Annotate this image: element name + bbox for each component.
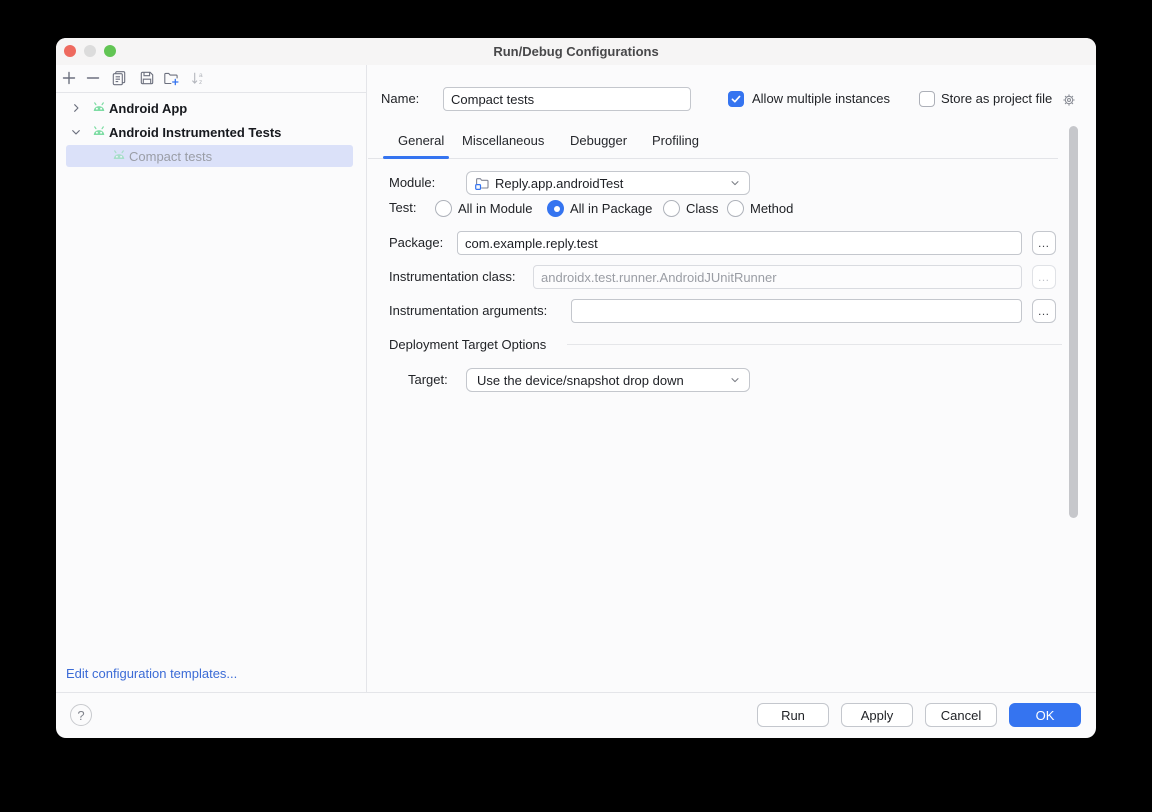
help-button[interactable]: ? (70, 704, 92, 726)
cancel-button[interactable]: Cancel (925, 703, 997, 727)
check-icon (730, 93, 742, 105)
radio-label: Class (686, 201, 719, 216)
chevron-right-icon[interactable] (70, 102, 82, 114)
instrumentation-class-label: Instrumentation class: (389, 265, 515, 289)
run-button[interactable]: Run (757, 703, 829, 727)
tree-item-android-app[interactable]: Android App (66, 96, 353, 120)
tab-profiling[interactable]: Profiling (652, 126, 699, 156)
android-icon (91, 100, 107, 116)
plus-icon (61, 70, 77, 86)
radio-icon (727, 200, 744, 217)
radio-label: All in Package (570, 201, 652, 216)
target-label: Target: (408, 368, 448, 392)
package-label: Package: (389, 231, 443, 255)
svg-text:z: z (199, 79, 202, 86)
run-debug-configurations-dialog: Run/Debug Configurations a (56, 38, 1096, 738)
edit-configuration-templates-link[interactable]: Edit configuration templates... (66, 666, 237, 681)
tree-item-label: Android App (109, 101, 187, 116)
sort-configurations-button[interactable]: a z (187, 67, 209, 89)
tab-bar-border (368, 158, 1058, 159)
svg-text:a: a (199, 72, 203, 79)
radio-method[interactable]: Method (727, 196, 793, 220)
tab-miscellaneous[interactable]: Miscellaneous (462, 126, 544, 156)
add-configuration-button[interactable] (58, 67, 80, 89)
module-value: Reply.app.androidTest (495, 176, 623, 191)
close-button[interactable] (64, 45, 76, 57)
chevron-down-icon (729, 374, 741, 386)
radio-icon-selected (547, 200, 564, 217)
gear-icon[interactable] (1062, 93, 1076, 112)
test-label: Test: (389, 196, 416, 220)
new-folder-button[interactable] (160, 67, 182, 89)
instrumentation-class-input[interactable] (533, 265, 1022, 289)
minus-icon (85, 70, 101, 86)
footer-separator (56, 692, 1096, 693)
target-dropdown[interactable]: Use the device/snapshot drop down (466, 368, 750, 392)
name-input[interactable] (443, 87, 691, 111)
allow-multiple-instances-checkbox[interactable] (728, 91, 744, 107)
tree-item-label: Compact tests (129, 149, 212, 164)
instrumentation-class-browse-button: … (1032, 265, 1056, 289)
toolbar-separator (56, 92, 366, 93)
package-input[interactable] (457, 231, 1022, 255)
active-tab-underline (383, 156, 449, 159)
sort-az-icon: a z (190, 70, 206, 86)
tree-item-compact-tests-selected[interactable]: Compact tests (66, 145, 353, 167)
target-value: Use the device/snapshot drop down (477, 373, 684, 388)
module-folder-icon (474, 175, 490, 191)
radio-icon (435, 200, 452, 217)
radio-class[interactable]: Class (663, 196, 719, 220)
instrumentation-arguments-input[interactable] (571, 299, 1022, 323)
apply-button[interactable]: Apply (841, 703, 913, 727)
deployment-target-options-header: Deployment Target Options (389, 333, 546, 357)
radio-icon (663, 200, 680, 217)
dialog-title: Run/Debug Configurations (56, 38, 1096, 65)
new-folder-icon (163, 70, 179, 86)
radio-all-in-package[interactable]: All in Package (547, 196, 652, 220)
package-browse-button[interactable]: … (1032, 231, 1056, 255)
zoom-button[interactable] (104, 45, 116, 57)
allow-multiple-instances-label[interactable]: Allow multiple instances (752, 87, 890, 111)
radio-label: Method (750, 201, 793, 216)
instrumentation-arguments-browse-button[interactable]: … (1032, 299, 1056, 323)
tab-debugger[interactable]: Debugger (570, 126, 627, 156)
titlebar: Run/Debug Configurations (56, 38, 1096, 65)
sidebar-divider (366, 65, 367, 692)
android-icon (111, 148, 127, 164)
name-label: Name: (381, 87, 419, 111)
tree-item-label: Android Instrumented Tests (109, 125, 281, 140)
save-configuration-button[interactable] (136, 67, 158, 89)
save-icon (139, 70, 155, 86)
module-label: Module: (389, 171, 435, 195)
module-dropdown[interactable]: Reply.app.androidTest (466, 171, 750, 195)
tab-general[interactable]: General (398, 126, 444, 156)
copy-configuration-button[interactable] (108, 67, 130, 89)
chevron-down-icon[interactable] (70, 126, 82, 138)
radio-label: All in Module (458, 201, 532, 216)
ok-button[interactable]: OK (1009, 703, 1081, 727)
radio-all-in-module[interactable]: All in Module (435, 196, 532, 220)
android-icon (91, 124, 107, 140)
store-as-project-file-checkbox[interactable] (919, 91, 935, 107)
instrumentation-arguments-label: Instrumentation arguments: (389, 299, 547, 323)
vertical-scrollbar[interactable] (1069, 126, 1078, 518)
copy-icon (111, 70, 127, 86)
tree-item-android-instrumented-tests[interactable]: Android Instrumented Tests (66, 120, 353, 144)
store-as-project-file-label[interactable]: Store as project file (941, 87, 1052, 111)
remove-configuration-button[interactable] (82, 67, 104, 89)
section-separator (567, 344, 1062, 345)
minimize-button (84, 45, 96, 57)
chevron-down-icon (729, 177, 741, 189)
